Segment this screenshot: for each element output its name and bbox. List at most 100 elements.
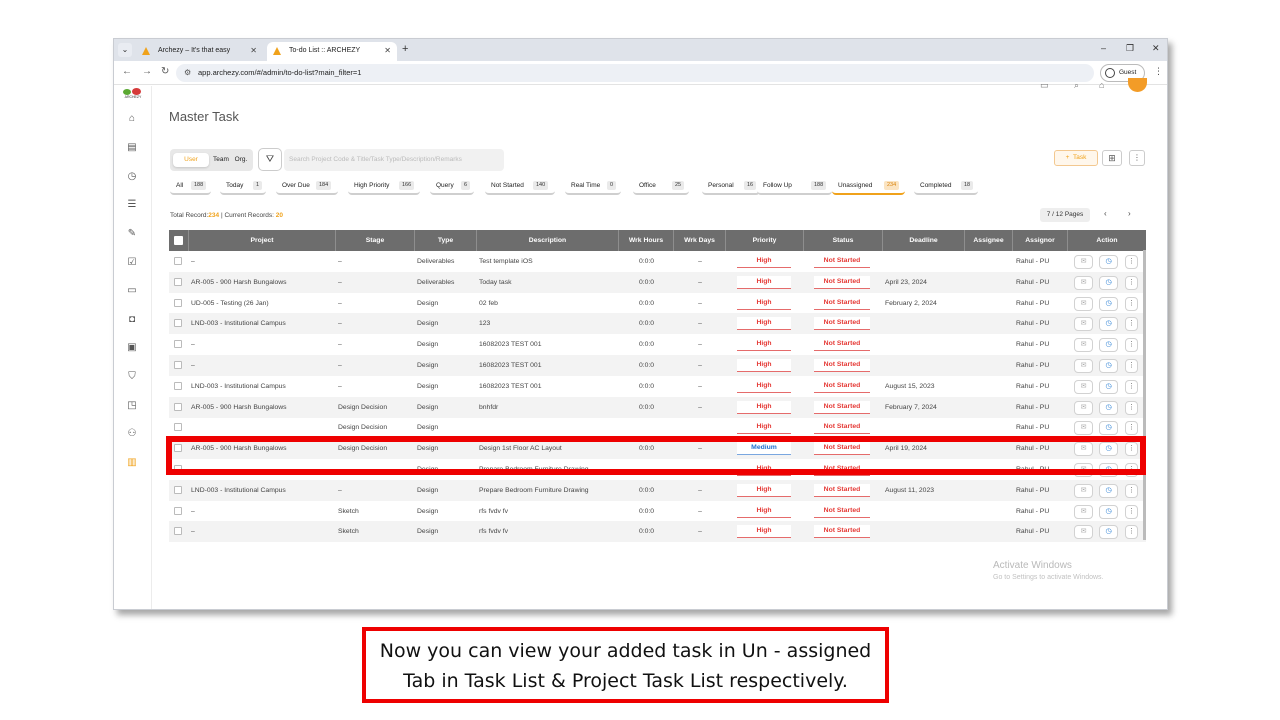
priority-badge[interactable]: High: [737, 275, 791, 289]
filter-chip-over-due[interactable]: Over Due 184: [276, 178, 338, 195]
priority-badge[interactable]: High: [737, 421, 791, 435]
comment-icon[interactable]: ✉: [1074, 400, 1093, 415]
url-field[interactable]: ⚙ app.archezy.com/#/admin/to-do-list?mai…: [176, 64, 1094, 82]
clock-icon[interactable]: ◷: [1099, 275, 1118, 290]
priority-badge[interactable]: High: [737, 255, 791, 268]
clock-icon[interactable]: ◷: [1099, 525, 1118, 540]
row-checkbox[interactable]: [174, 402, 182, 411]
select-all-checkbox[interactable]: [169, 230, 189, 251]
row-menu-icon[interactable]: ⋮: [1125, 421, 1138, 436]
clock-icon[interactable]: ◷: [1099, 379, 1118, 394]
table-row[interactable]: LND-003 - Institutional Campus – Design 123…: [169, 313, 1146, 335]
report-icon[interactable]: ◳: [125, 400, 139, 412]
table-scrollbar[interactable]: [1143, 250, 1146, 540]
book-icon[interactable]: ▭: [125, 285, 139, 297]
filter-chip-personal[interactable]: Personal 16: [702, 178, 760, 195]
todo-list-icon[interactable]: ▥: [125, 457, 139, 469]
row-checkbox[interactable]: [174, 319, 182, 328]
priority-badge[interactable]: High: [737, 317, 791, 331]
row-menu-icon[interactable]: ⋮: [1125, 504, 1138, 519]
status-badge[interactable]: Not Started: [814, 317, 870, 331]
row-menu-icon[interactable]: ⋮: [1125, 379, 1138, 394]
shield-icon[interactable]: ⛉: [125, 371, 139, 383]
row-checkbox[interactable]: [174, 340, 182, 349]
comment-icon[interactable]: ✉: [1074, 421, 1093, 436]
filter-chip-not-started[interactable]: Not Started 140: [485, 178, 555, 195]
notification-icon[interactable]: ⌂: [1099, 80, 1104, 90]
filter-icon[interactable]: ⛛: [258, 148, 282, 171]
table-view-icon[interactable]: ⊞: [1102, 150, 1122, 166]
comment-icon[interactable]: ✉: [1074, 338, 1093, 353]
table-row[interactable]: UD-005 - Testing (26 Jan) – Design 02 feb 0:…: [169, 293, 1146, 314]
row-menu-icon[interactable]: ⋮: [1125, 317, 1138, 332]
priority-badge[interactable]: High: [737, 296, 791, 310]
status-badge[interactable]: Not Started: [814, 275, 870, 289]
clock-icon[interactable]: ◷: [1099, 504, 1118, 519]
browser-tab-archezy[interactable]: Archezy – It's that easy ✕: [136, 42, 263, 61]
comment-icon[interactable]: ✉: [1074, 359, 1093, 373]
archezy-logo[interactable]: ARCHEZY: [120, 87, 146, 101]
status-badge[interactable]: Not Started: [814, 296, 870, 310]
close-window-icon[interactable]: ✕: [1152, 43, 1160, 54]
row-checkbox[interactable]: [174, 527, 182, 536]
clock-icon[interactable]: ◷: [1099, 338, 1118, 353]
row-checkbox[interactable]: [174, 485, 182, 494]
table-row[interactable]: LND-003 - Institutional Campus – Design 160…: [169, 376, 1146, 397]
comment-icon[interactable]: ✉: [1074, 275, 1093, 290]
site-info-icon[interactable]: ⚙: [184, 64, 191, 82]
next-page-icon[interactable]: ›: [1128, 209, 1131, 218]
row-menu-icon[interactable]: ⋮: [1125, 483, 1138, 498]
table-row[interactable]: AR-005 - 900 Harsh Bungalows Design Decis…: [169, 396, 1146, 418]
priority-badge[interactable]: High: [737, 400, 791, 414]
reload-icon[interactable]: ↻: [161, 66, 169, 77]
tab-search-icon[interactable]: ⌄: [118, 43, 132, 57]
list-icon[interactable]: ☰: [125, 199, 139, 211]
table-row[interactable]: AR-005 - 900 Harsh Bungalows – Deliverable…: [169, 271, 1146, 293]
column-header[interactable]: Wrk Hours: [619, 230, 674, 251]
clock-icon[interactable]: ◷: [1099, 296, 1118, 311]
clock-icon[interactable]: ◷: [1099, 421, 1118, 436]
row-menu-icon[interactable]: ⋮: [1125, 525, 1138, 540]
row-checkbox[interactable]: [174, 257, 182, 265]
row-menu-icon[interactable]: ⋮: [1125, 338, 1138, 353]
filter-chip-completed[interactable]: Completed 18: [914, 178, 978, 195]
column-header[interactable]: Wrk Days: [674, 230, 726, 251]
comment-icon[interactable]: ✉: [1074, 379, 1093, 394]
scope-team-tab[interactable]: Team: [211, 153, 231, 167]
table-row[interactable]: – – Deliverables Test template iOS 0:0:0 – Rah…: [169, 251, 1146, 272]
column-header[interactable]: Stage: [336, 230, 415, 251]
prev-page-icon[interactable]: ‹: [1104, 209, 1107, 218]
table-row[interactable]: – Sketch Design rfs fvdv fv 0:0:0 – Rahul - PU…: [169, 521, 1146, 542]
table-row[interactable]: – – Design 16082023 TEST 001 0:0:0 – Rahul - P…: [169, 355, 1146, 376]
clock-icon[interactable]: ◷: [1099, 483, 1118, 498]
filter-chip-unassigned[interactable]: Unassigned 234: [832, 178, 905, 195]
close-tab-icon[interactable]: ✕: [384, 42, 391, 60]
priority-badge[interactable]: High: [737, 483, 791, 497]
folder-icon[interactable]: ▣: [125, 342, 139, 354]
team-icon[interactable]: ⚇: [125, 428, 139, 440]
forward-icon[interactable]: →: [142, 66, 152, 77]
filter-chip-query[interactable]: Query 6: [430, 178, 474, 195]
priority-badge[interactable]: High: [737, 504, 791, 518]
row-checkbox[interactable]: [174, 381, 182, 390]
column-header[interactable]: Status: [804, 230, 883, 251]
more-options-icon[interactable]: ⋮: [1129, 150, 1145, 166]
comment-icon[interactable]: ✉: [1074, 317, 1093, 332]
column-header[interactable]: Assignee: [965, 230, 1013, 251]
column-header[interactable]: Project: [189, 230, 336, 251]
column-header[interactable]: Deadline: [883, 230, 965, 251]
filter-chip-high-priority[interactable]: High Priority 166: [348, 178, 420, 195]
clock-icon[interactable]: ◷: [1099, 317, 1118, 332]
clock-icon[interactable]: ◷: [1099, 400, 1118, 415]
filter-chip-all[interactable]: All 188: [170, 178, 211, 195]
column-header[interactable]: Priority: [726, 230, 804, 251]
status-badge[interactable]: Not Started: [814, 421, 870, 435]
table-row[interactable]: – – Design 16082023 TEST 001 0:0:0 – Rahul - P…: [169, 334, 1146, 355]
status-badge[interactable]: Not Started: [814, 338, 870, 352]
column-header[interactable]: Type: [415, 230, 477, 251]
column-header[interactable]: Description: [477, 230, 619, 251]
avatar[interactable]: [1128, 78, 1147, 92]
status-badge[interactable]: Not Started: [814, 504, 870, 518]
minimize-icon[interactable]: –: [1101, 43, 1106, 53]
column-header[interactable]: Assignor: [1013, 230, 1068, 251]
